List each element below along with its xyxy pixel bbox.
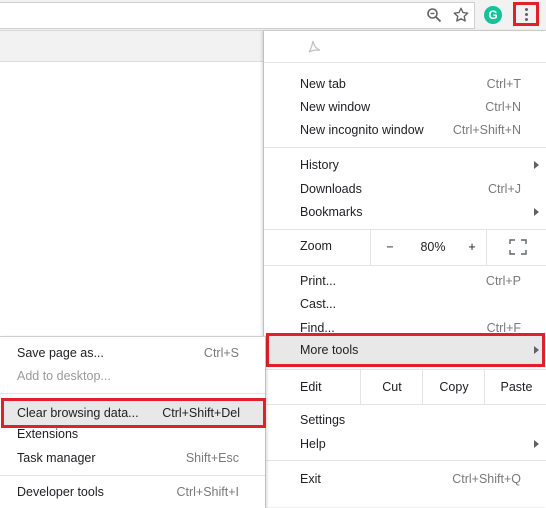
menu-item-downloads[interactable]: Downloads Ctrl+J [264, 178, 546, 200]
kebab-dot-icon [524, 12, 528, 16]
zoom-in-label: + [468, 240, 476, 254]
zoom-out-button[interactable]: − [370, 229, 409, 265]
menu-item-label: Bookmarks [300, 205, 363, 219]
menu-item-label: More tools [300, 343, 359, 357]
fullscreen-button[interactable] [486, 229, 546, 265]
menu-separator [264, 62, 546, 63]
star-icon[interactable] [452, 6, 470, 24]
submenu-item-label: Developer tools [17, 485, 104, 499]
submenu-item-extensions[interactable]: Extensions [0, 423, 265, 445]
submenu-arrow-icon [534, 440, 539, 448]
menu-separator [0, 393, 265, 394]
menu-item-shortcut: Ctrl+T [486, 77, 521, 91]
bookmarks-bar [0, 31, 265, 62]
menu-item-label: Help [300, 437, 326, 451]
menu-item-shortcut: Ctrl+J [488, 182, 521, 196]
menu-item-print[interactable]: Print... Ctrl+P [264, 270, 546, 292]
submenu-item-add-to-desktop[interactable]: Add to desktop... [0, 365, 265, 387]
kebab-dot-icon [524, 7, 528, 11]
menu-separator [264, 460, 546, 461]
submenu-arrow-icon [534, 346, 539, 354]
menu-item-label: History [300, 158, 339, 172]
magnifier-icon[interactable] [426, 7, 442, 23]
zoom-in-button[interactable]: + [458, 229, 486, 265]
submenu-item-label: Clear browsing data... [17, 406, 139, 420]
menu-item-label: Exit [300, 472, 321, 486]
menu-item-shortcut: Ctrl+Shift+N [452, 123, 521, 137]
menu-item-label: Cast... [300, 297, 337, 311]
grammarly-icon[interactable]: G [484, 6, 502, 24]
menu-item-shortcut: Ctrl+Shift+Q [452, 472, 521, 486]
zoom-row: Zoom − 80% + [264, 229, 546, 265]
copy-label: Copy [439, 380, 469, 394]
submenu-item-label: Extensions [17, 427, 79, 441]
copy-button[interactable]: Copy [422, 370, 485, 404]
menu-separator [264, 147, 546, 148]
cut-button[interactable]: Cut [360, 370, 423, 404]
submenu-arrow-icon [534, 161, 539, 169]
menu-item-bookmarks[interactable]: Bookmarks [264, 201, 546, 223]
edit-label: Edit [300, 380, 322, 394]
submenu-item-developer-tools[interactable]: Developer tools Ctrl+Shift+I [0, 481, 265, 503]
menu-item-new-tab[interactable]: New tab Ctrl+T [264, 73, 546, 95]
menu-item-exit[interactable]: Exit Ctrl+Shift+Q [264, 468, 546, 490]
chrome-main-menu: New tab Ctrl+T New window Ctrl+N New inc… [263, 31, 546, 507]
menu-item-new-incognito[interactable]: New incognito window Ctrl+Shift+N [264, 119, 546, 141]
menu-item-shortcut: Ctrl+N [485, 100, 521, 114]
acrobat-pdf-icon[interactable] [306, 38, 322, 54]
menu-item-new-window[interactable]: New window Ctrl+N [264, 96, 546, 118]
submenu-item-shortcut: Shift+Esc [185, 451, 239, 465]
submenu-item-label: Task manager [17, 451, 96, 465]
submenu-item-task-manager[interactable]: Task manager Shift+Esc [0, 447, 265, 469]
submenu-item-label: Add to desktop... [17, 369, 111, 383]
menu-item-more-tools[interactable]: More tools [266, 333, 545, 367]
address-bar[interactable] [0, 2, 475, 29]
zoom-label: Zoom [300, 239, 332, 253]
menu-separator [264, 265, 546, 266]
submenu-item-shortcut: Ctrl+S [203, 346, 239, 360]
zoom-level-value: 80% [420, 240, 446, 254]
submenu-item-label: Save page as... [17, 346, 104, 360]
paste-label: Paste [500, 380, 533, 394]
zoom-level: 80% [408, 229, 458, 265]
zoom-out-label: − [386, 240, 394, 254]
menu-item-settings[interactable]: Settings [264, 409, 546, 431]
menu-item-label: Print... [300, 274, 337, 288]
menu-item-help[interactable]: Help [264, 433, 546, 455]
cut-label: Cut [382, 380, 402, 394]
more-tools-submenu: Save page as... Ctrl+S Add to desktop...… [0, 336, 266, 508]
submenu-arrow-icon [534, 208, 539, 216]
menu-separator [264, 404, 546, 405]
browser-toolbar: G [0, 0, 546, 31]
edit-row: Edit Cut Copy Paste [264, 370, 546, 404]
menu-item-label: Downloads [300, 182, 362, 196]
menu-item-cast[interactable]: Cast... [264, 293, 546, 315]
paste-button[interactable]: Paste [484, 370, 546, 404]
menu-item-label: New tab [300, 77, 346, 91]
menu-item-label: Settings [300, 413, 346, 427]
menu-separator [0, 475, 265, 476]
chrome-menu-button[interactable] [513, 2, 539, 26]
submenu-item-save-page[interactable]: Save page as... Ctrl+S [0, 342, 265, 364]
fullscreen-icon [508, 239, 527, 255]
menu-item-history[interactable]: History [264, 154, 546, 176]
menu-item-label: New window [300, 100, 371, 114]
menu-item-shortcut: Ctrl+P [485, 274, 521, 288]
kebab-dot-icon [524, 17, 528, 21]
submenu-item-shortcut: Ctrl+Shift+Del [162, 406, 240, 420]
menu-item-label: New incognito window [300, 123, 424, 137]
submenu-item-shortcut: Ctrl+Shift+I [176, 485, 239, 499]
